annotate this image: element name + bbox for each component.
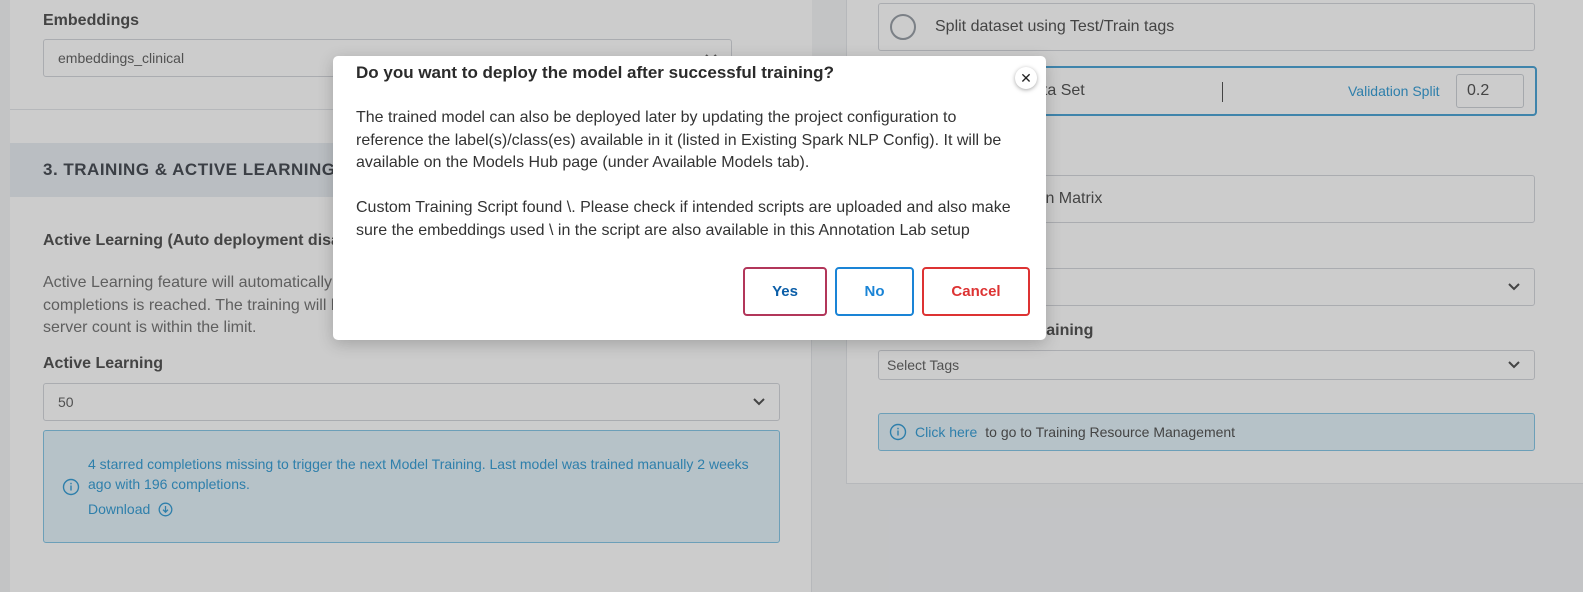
no-button[interactable]: No bbox=[835, 267, 914, 316]
close-icon[interactable]: ✕ bbox=[1015, 67, 1037, 89]
modal-paragraph-1: The trained model can also be deployed l… bbox=[356, 109, 1002, 171]
modal-paragraph-2: Custom Training Script found \. Please c… bbox=[356, 199, 1011, 239]
yes-button[interactable]: Yes bbox=[743, 267, 827, 316]
cancel-button[interactable]: Cancel bbox=[922, 267, 1030, 316]
modal-title: Do you want to deploy the model after su… bbox=[356, 63, 834, 82]
deploy-modal: Do you want to deploy the model after su… bbox=[333, 56, 1046, 340]
